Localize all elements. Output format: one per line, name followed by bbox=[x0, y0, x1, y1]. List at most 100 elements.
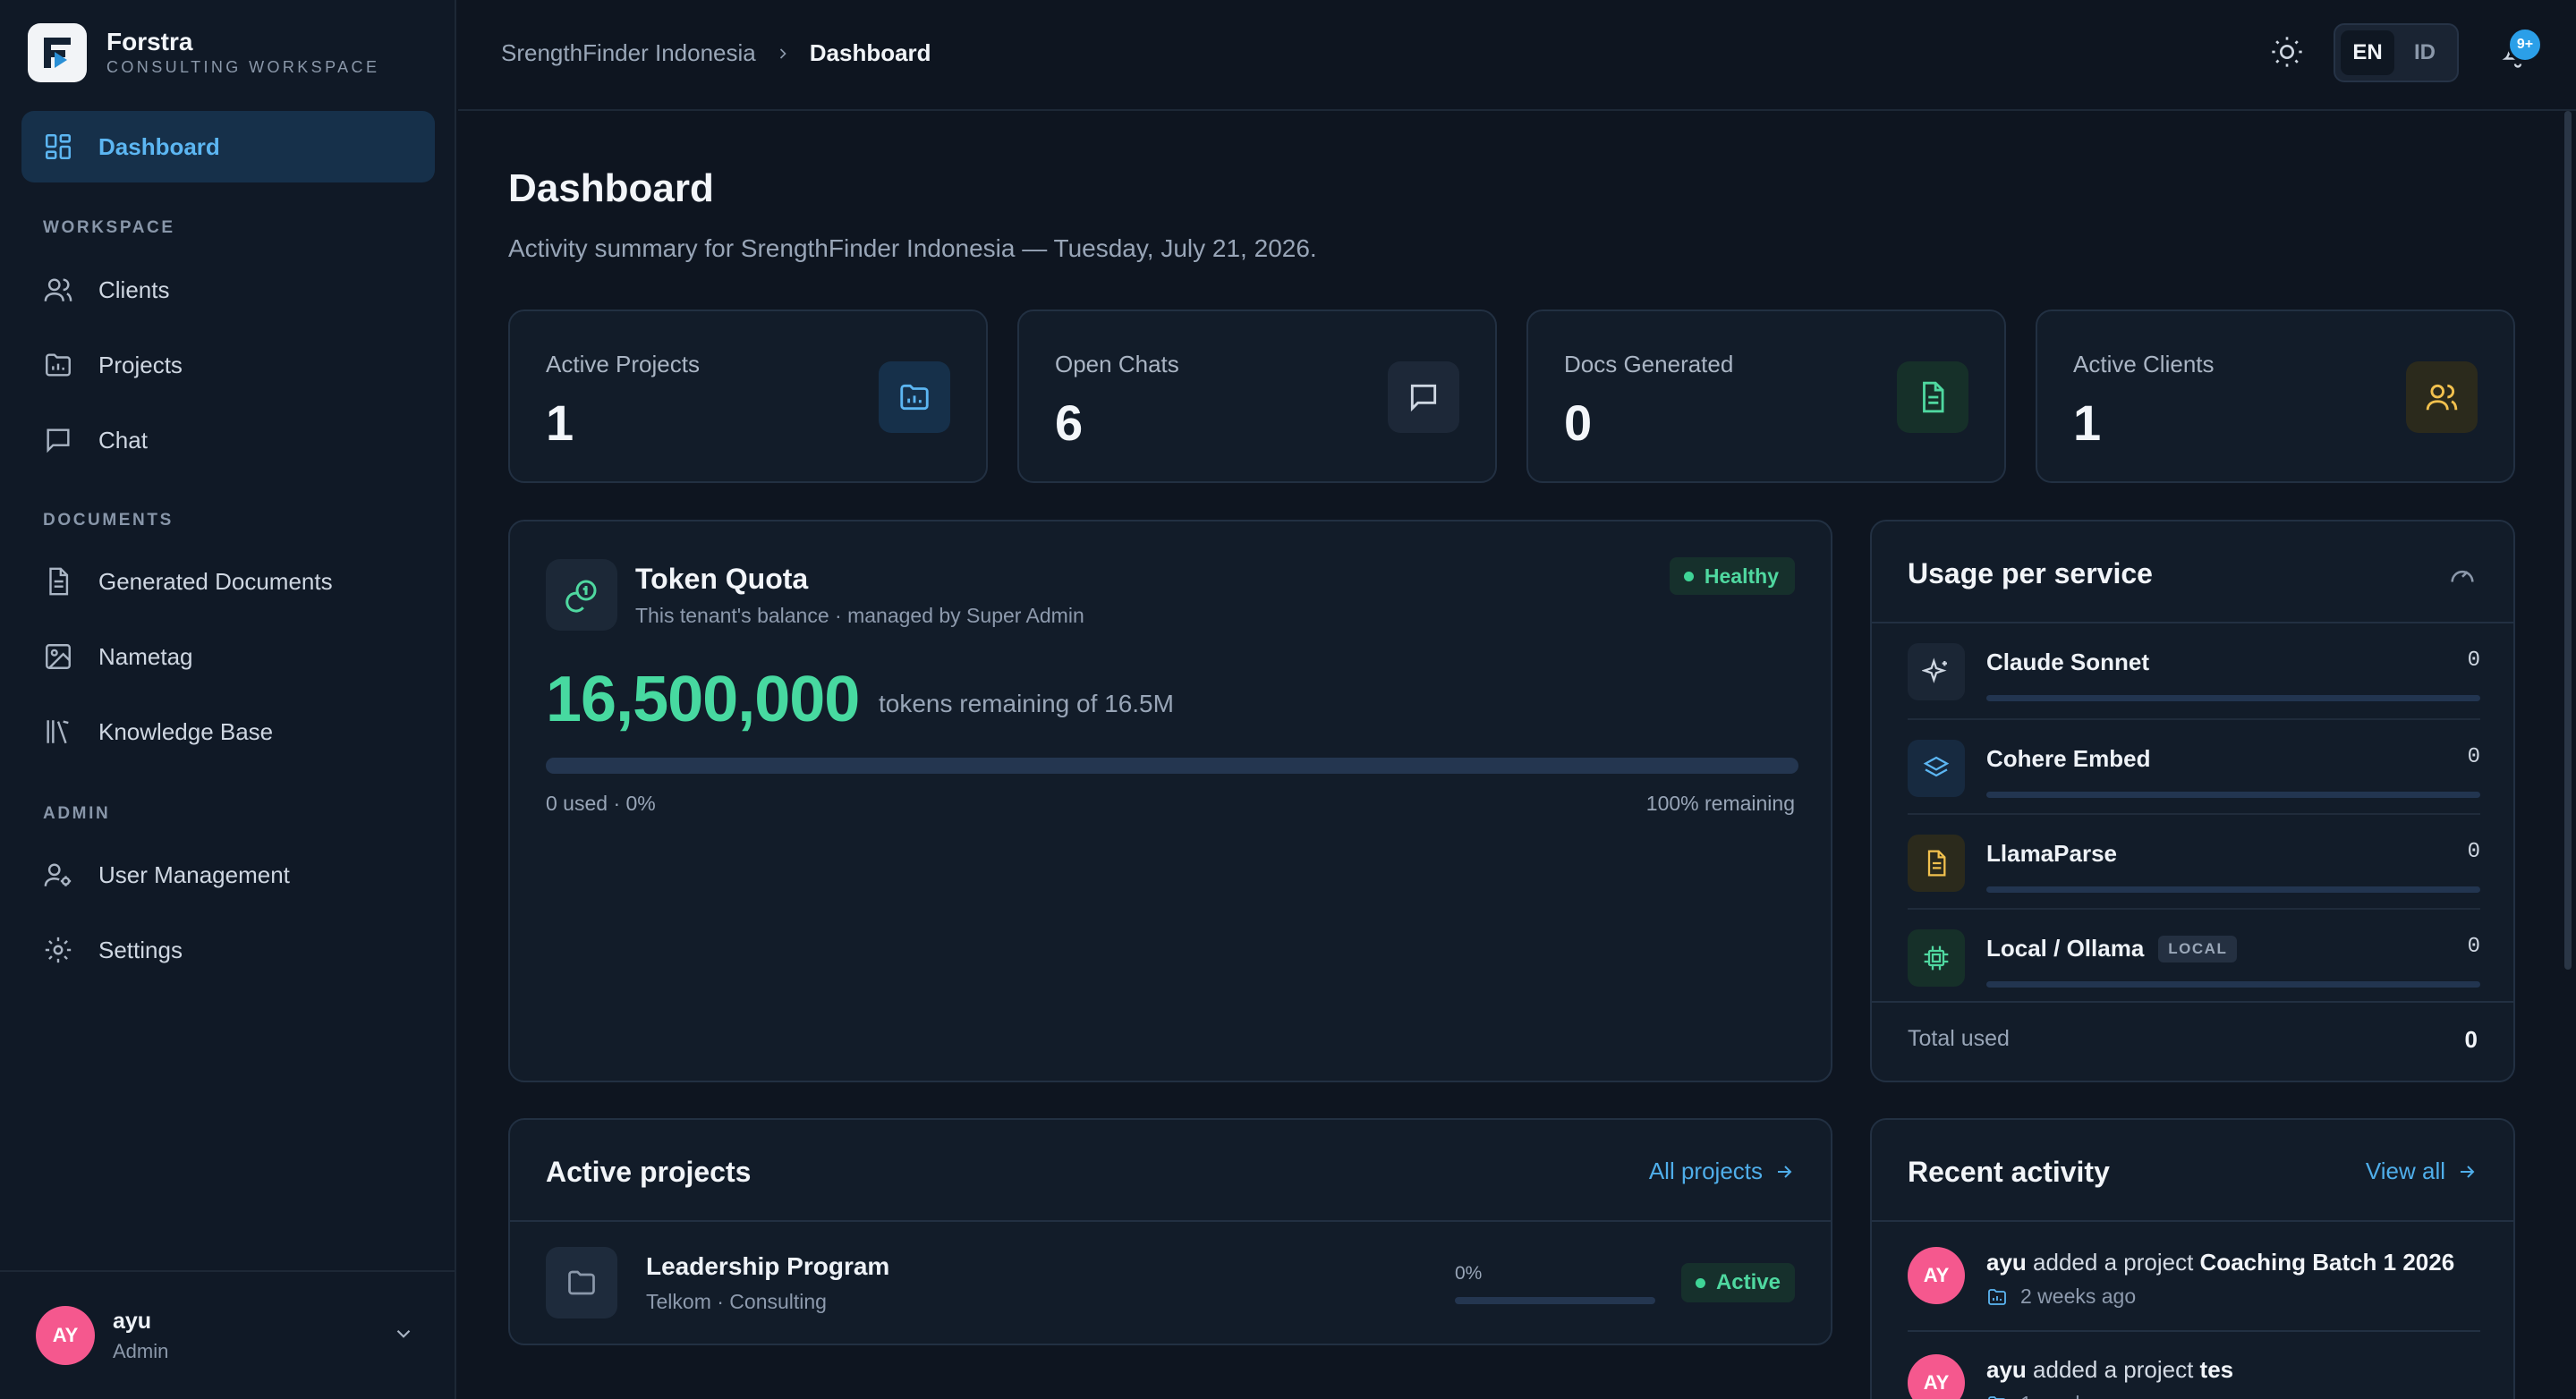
sidebar-item-chat[interactable]: Chat bbox=[21, 404, 435, 476]
status-dot bbox=[1695, 1277, 1705, 1288]
sparkles-icon bbox=[1908, 643, 1965, 700]
token-usage-bar bbox=[546, 758, 1798, 774]
service-name: Claude Sonnet bbox=[1986, 649, 2150, 675]
section-workspace: Workspace bbox=[43, 218, 175, 237]
lang-id-button[interactable]: ID bbox=[2398, 30, 2452, 75]
divider bbox=[1872, 1001, 2513, 1003]
sidebar-item-label: Knowledge Base bbox=[98, 717, 274, 745]
stat-card-docs-generated[interactable]: Docs Generated 0 bbox=[1526, 309, 2006, 483]
user-menu[interactable]: AY ayu Admin bbox=[0, 1270, 455, 1399]
file-text-icon bbox=[1908, 835, 1965, 892]
sidebar: Forstra Consulting Workspace Dashboard W… bbox=[0, 0, 456, 1399]
section-admin: Admin bbox=[43, 804, 111, 823]
sidebar-item-label: Nametag bbox=[98, 642, 193, 670]
stat-card-active-projects[interactable]: Active Projects 1 bbox=[508, 309, 988, 483]
stat-value: 0 bbox=[1564, 394, 1593, 451]
avatar: AY bbox=[1908, 1247, 1965, 1304]
service-usage-bar bbox=[1986, 695, 2480, 701]
image-icon bbox=[46, 644, 71, 669]
service-usage-bar bbox=[1986, 792, 2480, 798]
chevron-down-icon[interactable] bbox=[392, 1322, 415, 1345]
breadcrumb-current: Dashboard bbox=[809, 39, 931, 66]
total-used-value: 0 bbox=[2464, 1026, 2478, 1053]
service-name: LlamaParse bbox=[1986, 840, 2117, 867]
chat-icon bbox=[47, 428, 70, 454]
service-row: Cohere Embed 0 bbox=[1908, 718, 2480, 813]
status-dot bbox=[1683, 571, 1694, 581]
user-cog-icon bbox=[44, 863, 72, 886]
language-toggle: EN ID bbox=[2334, 23, 2459, 82]
breadcrumb: SrengthFinder Indonesia Dashboard bbox=[501, 39, 931, 67]
brand[interactable]: Forstra Consulting Workspace bbox=[28, 23, 379, 82]
service-usage-bar bbox=[1986, 886, 2480, 893]
stat-value: 6 bbox=[1055, 394, 1084, 451]
document-icon bbox=[1897, 361, 1968, 433]
sidebar-item-label: Dashboard bbox=[98, 132, 220, 160]
lang-en-button[interactable]: EN bbox=[2341, 30, 2394, 75]
page-title: Dashboard bbox=[508, 166, 714, 210]
cpu-icon bbox=[1908, 929, 1965, 987]
sidebar-item-settings[interactable]: Settings bbox=[21, 914, 435, 986]
notification-badge: 9+ bbox=[2507, 27, 2543, 63]
divider bbox=[1908, 1330, 2480, 1332]
activity-text: ayu added a project Coaching Batch 1 202… bbox=[1986, 1249, 2455, 1276]
active-projects-card: Active projects All projects Leadership … bbox=[508, 1118, 1832, 1345]
local-tag: LOCAL bbox=[2158, 935, 2238, 962]
folder-icon bbox=[546, 1247, 617, 1318]
active-projects-title: Active projects bbox=[546, 1156, 752, 1188]
status-badge: Active bbox=[1680, 1263, 1795, 1302]
gear-icon bbox=[45, 937, 72, 963]
topbar: SrengthFinder Indonesia Dashboard EN ID … bbox=[458, 0, 2576, 111]
service-value: 0 bbox=[2467, 840, 2480, 864]
token-quota-title: Token Quota bbox=[635, 563, 809, 595]
gauge-icon[interactable] bbox=[2447, 559, 2478, 589]
activity-item[interactable]: AY ayu added a project tes 1 week ago bbox=[1908, 1354, 2480, 1399]
stat-card-active-clients[interactable]: Active Clients 1 bbox=[2036, 309, 2515, 483]
view-all-link[interactable]: View all bbox=[2366, 1157, 2478, 1185]
sidebar-item-generated-documents[interactable]: Generated Documents bbox=[21, 546, 435, 617]
arrow-right-icon bbox=[2461, 1165, 2475, 1178]
sidebar-item-label: User Management bbox=[98, 861, 290, 888]
folder-chart-icon bbox=[1988, 1395, 2006, 1399]
dashboard-grid-icon bbox=[45, 133, 72, 160]
stat-label: Active Projects bbox=[546, 351, 700, 377]
brand-subtitle: Consulting Workspace bbox=[106, 58, 380, 77]
stat-card-open-chats[interactable]: Open Chats 6 bbox=[1017, 309, 1497, 483]
layers-icon bbox=[1908, 740, 1965, 797]
status-label: Healthy bbox=[1704, 564, 1779, 588]
token-quota-card: Token Quota This tenant's balance · mana… bbox=[508, 520, 1832, 1082]
sidebar-item-knowledge-base[interactable]: Knowledge Base bbox=[21, 696, 435, 767]
library-icon bbox=[47, 720, 69, 744]
tokens-remaining-value: 16,500,000 bbox=[546, 664, 860, 735]
user-name: ayu bbox=[113, 1308, 152, 1334]
stat-label: Docs Generated bbox=[1564, 351, 1734, 377]
avatar: AY bbox=[1908, 1354, 1965, 1399]
divider bbox=[510, 1220, 1831, 1222]
sidebar-item-label: Chat bbox=[98, 426, 148, 454]
section-documents: Documents bbox=[43, 511, 174, 530]
service-row: Local / Ollama LOCAL 0 bbox=[1908, 908, 2480, 1003]
brand-logo-icon bbox=[28, 23, 87, 82]
usage-per-service-card: Usage per service Claude Sonnet 0 Cohere… bbox=[1870, 520, 2515, 1082]
chevron-right-icon bbox=[779, 47, 786, 59]
activity-item[interactable]: AY ayu added a project Coaching Batch 1 … bbox=[1908, 1247, 2480, 1333]
service-row: LlamaParse 0 bbox=[1908, 813, 2480, 908]
users-icon bbox=[2406, 361, 2478, 433]
sidebar-item-nametag[interactable]: Nametag bbox=[21, 621, 435, 692]
sidebar-item-user-management[interactable]: User Management bbox=[21, 839, 435, 911]
main-scrollbar[interactable] bbox=[2564, 111, 2572, 970]
sidebar-item-dashboard[interactable]: Dashboard bbox=[21, 111, 435, 182]
project-progress-label: 0% bbox=[1455, 1263, 1483, 1284]
theme-toggle-button[interactable] bbox=[2269, 34, 2305, 74]
breadcrumb-tenant[interactable]: SrengthFinder Indonesia bbox=[501, 39, 756, 67]
divider bbox=[1872, 1220, 2513, 1222]
document-icon bbox=[49, 567, 69, 596]
stat-label: Active Clients bbox=[2073, 351, 2215, 377]
all-projects-link[interactable]: All projects bbox=[1649, 1157, 1795, 1185]
sun-icon bbox=[2272, 37, 2302, 67]
sidebar-item-clients[interactable]: Clients bbox=[21, 254, 435, 326]
sidebar-item-label: Projects bbox=[98, 351, 183, 378]
sidebar-item-projects[interactable]: Projects bbox=[21, 329, 435, 401]
folder-chart-icon bbox=[1988, 1288, 2006, 1305]
sidebar-item-label: Generated Documents bbox=[98, 567, 333, 595]
